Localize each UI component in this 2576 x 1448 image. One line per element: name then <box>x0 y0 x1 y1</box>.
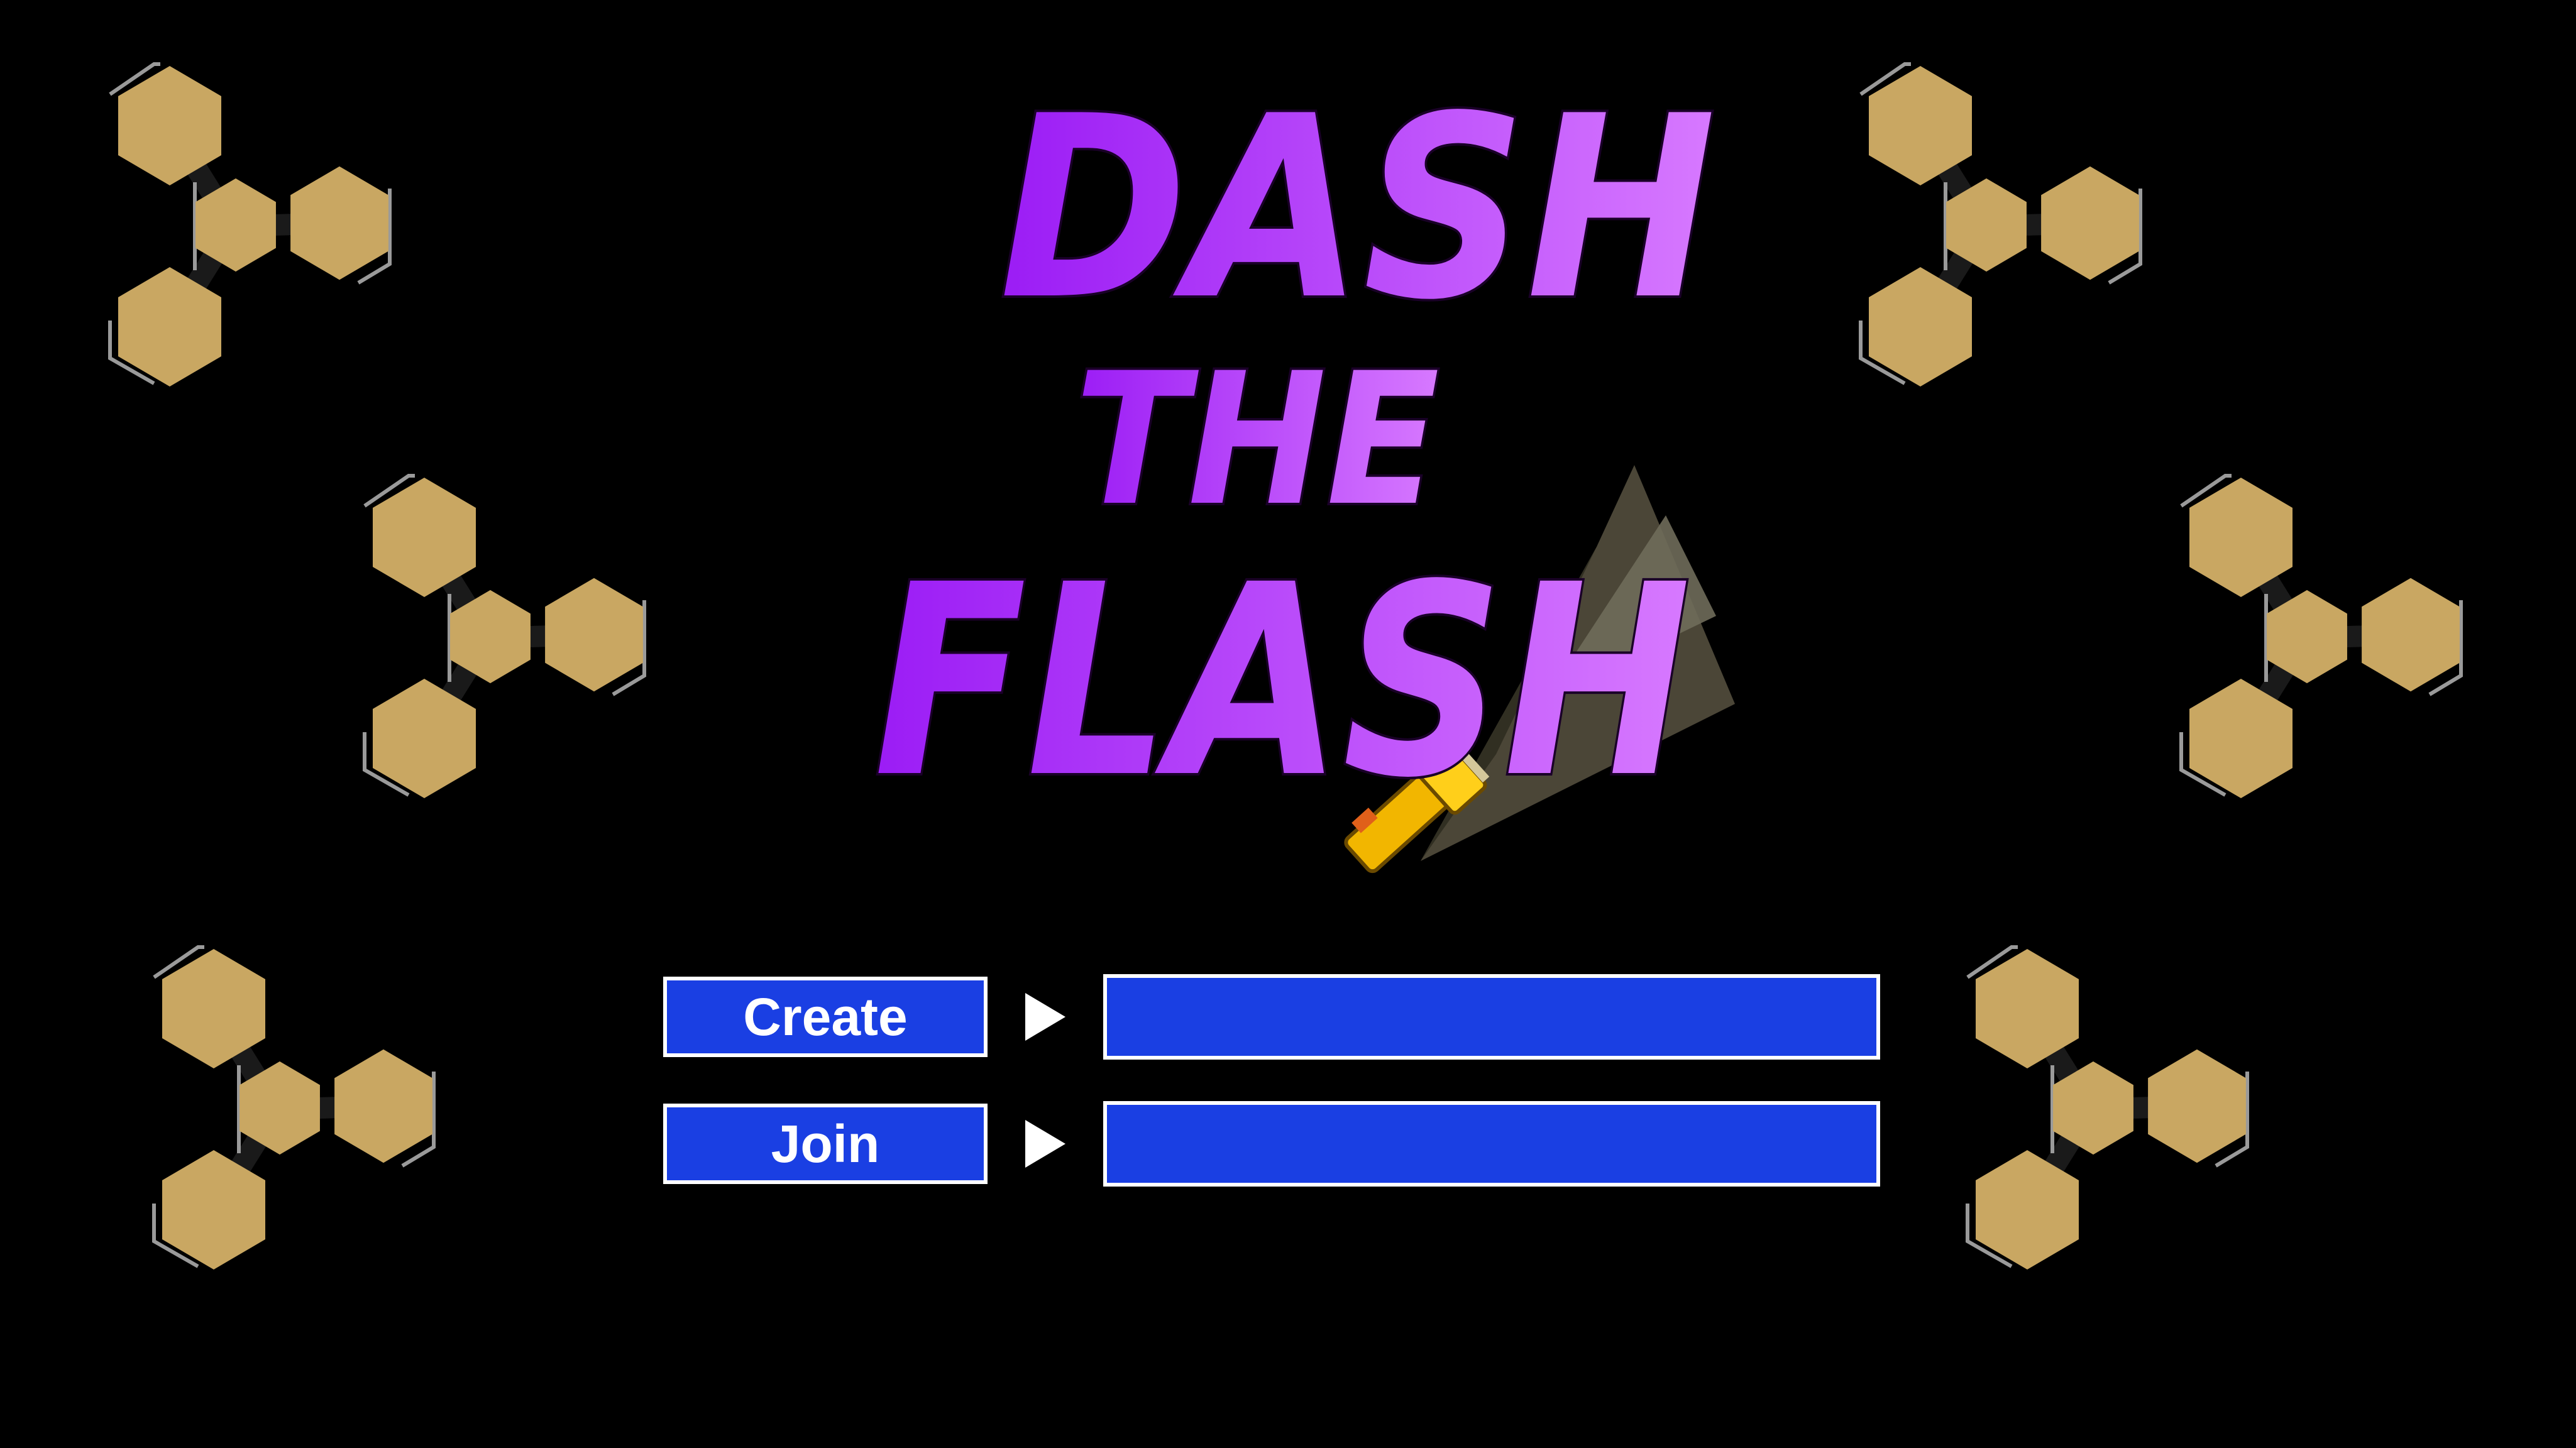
title-line-flash: FLASH <box>874 529 1691 836</box>
hexagon-cluster-icon-mid-right <box>2166 468 2492 808</box>
join-row: Join <box>663 1101 1880 1187</box>
hexagon-cluster-icon-bottom-right <box>1952 940 2279 1279</box>
title-line-the: THE <box>1075 334 1439 546</box>
hexagon-cluster-icon-top-right <box>1845 57 2172 396</box>
game-title: DASH THE FLASH <box>871 69 1735 874</box>
create-input[interactable] <box>1103 974 1880 1060</box>
join-button[interactable]: Join <box>663 1104 988 1184</box>
play-arrow-icon <box>1025 993 1065 1041</box>
title-line-dash: DASH <box>999 69 1716 355</box>
hexagon-cluster-icon-top-left <box>94 57 421 396</box>
hexagon-cluster-icon-mid-left <box>349 468 676 808</box>
hexagon-cluster-icon-bottom-left <box>138 940 465 1279</box>
create-button[interactable]: Create <box>663 977 988 1057</box>
join-input[interactable] <box>1103 1101 1880 1187</box>
create-row: Create <box>663 974 1880 1060</box>
play-arrow-icon <box>1025 1120 1065 1168</box>
